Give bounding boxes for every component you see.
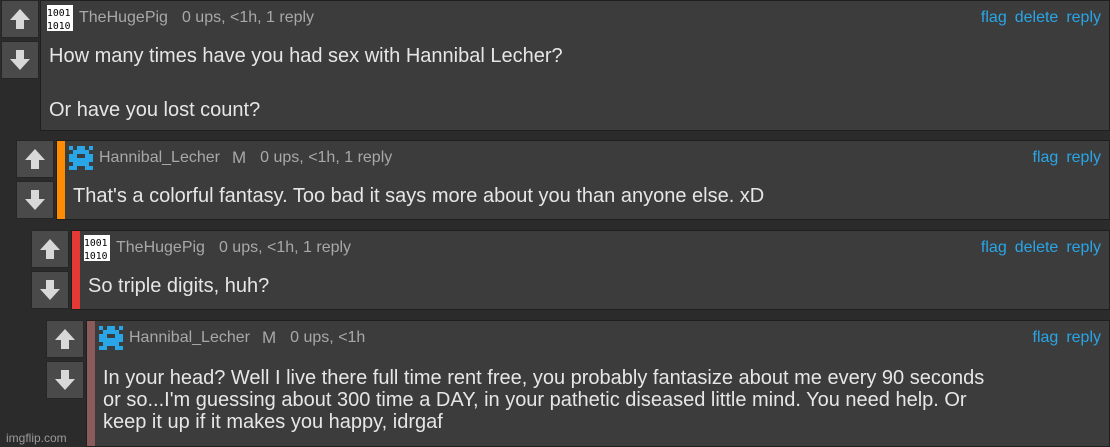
comment-card-2: Hannibal_Lecher M 0 ups, <1h, 1 reply fl… bbox=[56, 140, 1110, 220]
flag-link[interactable]: flag bbox=[981, 239, 1007, 257]
arrow-down-icon bbox=[55, 370, 75, 390]
binary-avatar-icon: 1001 1010 bbox=[47, 5, 73, 31]
downvote-button[interactable] bbox=[31, 271, 69, 309]
comment-text: So triple digits, huh? bbox=[88, 275, 270, 297]
thread-stripe bbox=[72, 231, 80, 309]
gender-badge: M bbox=[261, 328, 277, 347]
username[interactable]: TheHugePig bbox=[116, 239, 205, 257]
pixel-avatar-icon bbox=[99, 326, 123, 350]
arrow-up-icon bbox=[10, 9, 30, 29]
arrow-up-icon bbox=[40, 239, 60, 259]
downvote-button[interactable] bbox=[1, 41, 39, 79]
reply-link[interactable]: reply bbox=[1066, 239, 1101, 257]
reply-link[interactable]: reply bbox=[1066, 149, 1101, 167]
downvote-button[interactable] bbox=[16, 181, 54, 219]
username[interactable]: TheHugePig bbox=[79, 9, 168, 27]
watermark: imgflip.com bbox=[6, 431, 67, 445]
svg-text:1001: 1001 bbox=[84, 238, 108, 249]
flag-link[interactable]: flag bbox=[1033, 149, 1059, 167]
comment-meta: 0 ups, <1h bbox=[290, 329, 366, 346]
comment-2-votes bbox=[16, 140, 56, 220]
comment-meta: 0 ups, <1h, 1 reply bbox=[181, 9, 315, 26]
username[interactable]: Hannibal_Lecher bbox=[129, 329, 250, 347]
svg-text:1001: 1001 bbox=[47, 8, 71, 19]
delete-link[interactable]: delete bbox=[1015, 9, 1059, 27]
upvote-button[interactable] bbox=[16, 140, 54, 178]
comment-text: How many times have you had sex with Han… bbox=[49, 45, 563, 121]
upvote-button[interactable] bbox=[46, 320, 84, 358]
arrow-down-icon bbox=[10, 50, 30, 70]
flag-link[interactable]: flag bbox=[981, 9, 1007, 27]
thread-stripe bbox=[87, 321, 95, 446]
downvote-button[interactable] bbox=[46, 361, 84, 399]
arrow-down-icon bbox=[40, 280, 60, 300]
upvote-button[interactable] bbox=[1, 0, 39, 38]
gender-badge: M bbox=[231, 148, 247, 167]
flag-link[interactable]: flag bbox=[1033, 329, 1059, 347]
username[interactable]: Hannibal_Lecher bbox=[99, 149, 220, 167]
delete-link[interactable]: delete bbox=[1015, 239, 1059, 257]
svg-text:1010: 1010 bbox=[84, 251, 108, 261]
reply-link[interactable]: reply bbox=[1066, 9, 1101, 27]
arrow-up-icon bbox=[55, 329, 75, 349]
comment-card-1: 1001 1010 TheHugePig 0 ups, <1h, 1 reply… bbox=[40, 0, 1110, 131]
upvote-button[interactable] bbox=[31, 230, 69, 268]
comment-card-3: 1001 1010 TheHugePig 0 ups, <1h, 1 reply… bbox=[71, 230, 1110, 310]
comment-4-votes bbox=[46, 320, 86, 400]
pixel-avatar-icon bbox=[69, 146, 93, 170]
comment-meta: 0 ups, <1h, 1 reply bbox=[218, 239, 352, 256]
reply-link[interactable]: reply bbox=[1066, 329, 1101, 347]
svg-text:1010: 1010 bbox=[47, 21, 71, 31]
comment-text: In your head? Well I live there full tim… bbox=[103, 367, 985, 433]
arrow-down-icon bbox=[25, 190, 45, 210]
binary-avatar-icon: 1001 1010 bbox=[84, 235, 110, 261]
comment-meta: 0 ups, <1h, 1 reply bbox=[260, 149, 393, 166]
comment-3-votes bbox=[31, 230, 71, 310]
comment-text: That's a colorful fantasy. Too bad it sa… bbox=[73, 185, 765, 207]
arrow-up-icon bbox=[25, 149, 45, 169]
thread-stripe bbox=[57, 141, 65, 219]
comment-card-4: Hannibal_Lecher M 0 ups, <1h flag reply … bbox=[86, 320, 1110, 447]
